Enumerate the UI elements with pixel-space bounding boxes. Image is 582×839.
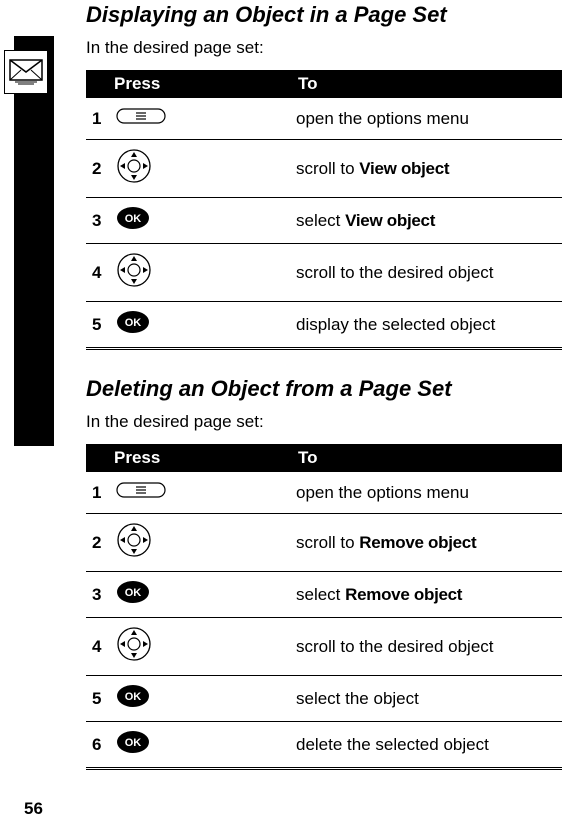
table-row: 3 OK select Remove object: [86, 572, 562, 618]
section-title: Displaying an Object in a Page Set: [86, 2, 562, 28]
table-row: 6 OK delete the selected object: [86, 722, 562, 769]
press-cell: [110, 244, 290, 302]
instruction-table: Press To 1 open the options menu 2 scroll t…: [86, 70, 562, 350]
svg-text:OK: OK: [125, 213, 142, 225]
instruction-table: Press To 1 open the options menu 2 scroll t…: [86, 444, 562, 770]
menu-key-icon: [116, 480, 166, 505]
to-cell: select View object: [290, 198, 562, 244]
svg-text:OK: OK: [125, 737, 142, 749]
step-number: 3: [86, 572, 110, 618]
section-intro: In the desired page set:: [86, 38, 562, 58]
table-row: 2 scroll to Remove object: [86, 514, 562, 572]
envelope-icon: [4, 50, 48, 94]
section-intro: In the desired page set:: [86, 412, 562, 432]
menu-option-label: View object: [345, 211, 435, 230]
ok-key-icon: OK: [116, 684, 150, 713]
press-cell: [110, 140, 290, 198]
step-number: 5: [86, 676, 110, 722]
menu-option-label: View object: [359, 159, 449, 178]
table-row: 5 OK display the selected object: [86, 302, 562, 349]
table-row: 5 OK select the object: [86, 676, 562, 722]
step-number: 4: [86, 244, 110, 302]
table-row: 2 scroll to View object: [86, 140, 562, 198]
ok-key-icon: OK: [116, 580, 150, 609]
step-number: 1: [86, 472, 110, 514]
to-cell: delete the selected object: [290, 722, 562, 769]
section-title: Deleting an Object from a Page Set: [86, 376, 562, 402]
table-row: 1 open the options menu: [86, 98, 562, 140]
nav-key-icon: [116, 148, 152, 189]
page-number: 56: [24, 799, 43, 819]
to-cell: scroll to the desired object: [290, 618, 562, 676]
table-row: 4 scroll to the desired object: [86, 618, 562, 676]
step-number: 6: [86, 722, 110, 769]
to-cell: open the options menu: [290, 472, 562, 514]
menu-key-icon: [116, 106, 166, 131]
press-cell: [110, 98, 290, 140]
step-number: 5: [86, 302, 110, 349]
nav-key-icon: [116, 252, 152, 293]
menu-option-label: Remove object: [345, 585, 462, 604]
press-cell: OK: [110, 722, 290, 769]
col-to: To: [290, 444, 562, 472]
col-press: Press: [86, 444, 290, 472]
menu-option-label: Remove object: [359, 533, 476, 552]
press-cell: OK: [110, 676, 290, 722]
nav-key-icon: [116, 522, 152, 563]
to-cell: select Remove object: [290, 572, 562, 618]
step-number: 2: [86, 514, 110, 572]
press-cell: [110, 514, 290, 572]
svg-text:OK: OK: [125, 691, 142, 703]
to-cell: open the options menu: [290, 98, 562, 140]
step-number: 1: [86, 98, 110, 140]
to-cell: scroll to View object: [290, 140, 562, 198]
step-number: 2: [86, 140, 110, 198]
to-cell: scroll to the desired object: [290, 244, 562, 302]
press-cell: [110, 472, 290, 514]
svg-text:OK: OK: [125, 317, 142, 329]
to-cell: scroll to Remove object: [290, 514, 562, 572]
to-cell: select the object: [290, 676, 562, 722]
press-cell: OK: [110, 572, 290, 618]
page-content: Displaying an Object in a Page Set In th…: [86, 0, 562, 770]
col-press: Press: [86, 70, 290, 98]
step-number: 3: [86, 198, 110, 244]
step-number: 4: [86, 618, 110, 676]
press-cell: [110, 618, 290, 676]
table-row: 4 scroll to the desired object: [86, 244, 562, 302]
ok-key-icon: OK: [116, 206, 150, 235]
table-row: 3 OK select View object: [86, 198, 562, 244]
col-to: To: [290, 70, 562, 98]
ok-key-icon: OK: [116, 730, 150, 759]
to-cell: display the selected object: [290, 302, 562, 349]
press-cell: OK: [110, 198, 290, 244]
svg-text:OK: OK: [125, 587, 142, 599]
nav-key-icon: [116, 626, 152, 667]
side-label: Messages and Chat: [32, 181, 50, 330]
table-row: 1 open the options menu: [86, 472, 562, 514]
press-cell: OK: [110, 302, 290, 349]
ok-key-icon: OK: [116, 310, 150, 339]
